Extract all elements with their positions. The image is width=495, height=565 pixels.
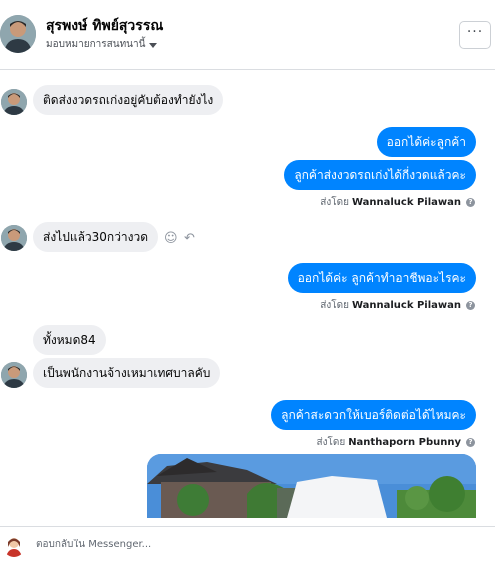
conversation-header: สุรพงษ์ ทิพย์สุวรรณ มอบหมายการสนทนานี้ ·… — [0, 0, 495, 70]
contact-avatar[interactable] — [0, 15, 36, 53]
assign-label: มอบหมายการสนทนานี้ — [46, 39, 146, 50]
agent-name[interactable]: Nanthaporn Pbunny — [348, 437, 461, 448]
reply-input[interactable] — [36, 539, 456, 550]
sent-by-prefix: ส่งโดย — [320, 197, 349, 208]
help-icon[interactable]: ? — [466, 301, 475, 310]
reply-composer — [0, 526, 495, 565]
outgoing-message[interactable]: ลูกค้าส่งงวดรถเก่งได้กี่งวดแล้วคะ — [284, 160, 476, 190]
sent-by-label: ส่งโดย Wannaluck Pilawan ? — [320, 298, 475, 313]
assign-conversation-dropdown[interactable]: มอบหมายการสนทนานี้ — [46, 37, 158, 52]
help-icon[interactable]: ? — [466, 438, 475, 447]
image-attachment[interactable] — [147, 454, 476, 518]
contact-name[interactable]: สุรพงษ์ ทิพย์สุวรรณ — [46, 15, 163, 37]
reply-icon[interactable]: ↶ — [184, 231, 195, 246]
sent-by-prefix: ส่งโดย — [320, 300, 349, 311]
caret-down-icon — [149, 42, 158, 48]
incoming-message[interactable]: ติดส่งงวดรถเก่งอยู่คับต้องทำยังไง — [33, 85, 224, 115]
outgoing-message[interactable]: ออกได้ค่ะ ลูกค้าทำอาชีพอะไรคะ — [287, 263, 476, 293]
more-options-button[interactable]: ··· — [459, 21, 491, 49]
outgoing-message[interactable]: ลูกค้าสะดวกให้เบอร์ติดต่อได้ไหมคะ — [271, 400, 476, 430]
sent-by-label: ส่งโดย Nanthaporn Pbunny ? — [316, 435, 475, 450]
incoming-message[interactable]: เป็นพนักงานจ้างเหมาเทศบาลคับ — [33, 358, 221, 388]
help-icon[interactable]: ? — [466, 198, 475, 207]
agent-name[interactable]: Wannaluck Pilawan — [352, 300, 461, 311]
incoming-message[interactable]: ส่งไปแล้ว30กว่างวด — [33, 222, 159, 252]
sent-by-prefix: ส่งโดย — [316, 437, 346, 448]
incoming-message[interactable]: ทั้งหมด84 — [33, 325, 106, 355]
customer-avatar — [1, 225, 27, 251]
customer-avatar — [1, 89, 27, 115]
emoji-reaction-icon[interactable]: ☺ — [164, 231, 178, 246]
more-options-icon: ··· — [466, 24, 484, 40]
customer-avatar — [1, 362, 27, 388]
agent-name[interactable]: Wannaluck Pilawan — [352, 197, 461, 208]
sent-by-label: ส่งโดย Wannaluck Pilawan ? — [320, 195, 475, 210]
message-thread[interactable]: ติดส่งงวดรถเก่งอยู่คับต้องทำยังไง ออกได้… — [0, 71, 495, 526]
outgoing-message[interactable]: ออกได้ค่ะลูกค้า — [376, 127, 476, 157]
page-avatar — [3, 535, 25, 557]
